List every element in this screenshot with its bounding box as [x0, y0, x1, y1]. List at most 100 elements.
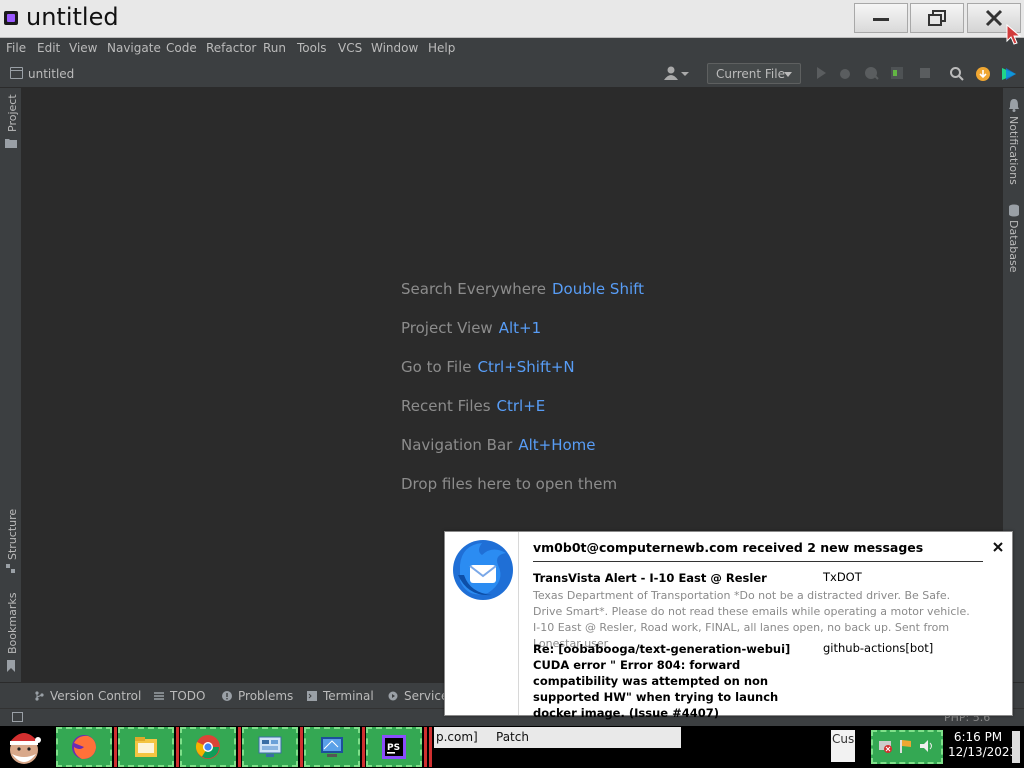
debug-icon[interactable] — [838, 66, 852, 80]
restore-button[interactable] — [910, 3, 964, 33]
notification-close-icon[interactable] — [991, 540, 1005, 554]
taskbar-firefox[interactable] — [56, 727, 112, 767]
taskbar-window-text: Patch — [496, 730, 529, 744]
taskbar-separator — [424, 727, 427, 767]
hint-drop-files: Drop files here to open them — [401, 475, 617, 493]
hint-shortcut: Double Shift — [552, 280, 645, 298]
hint-project-view: Project View Alt+1 — [401, 319, 541, 337]
screen: untitled File Edit View Navigate Code Re… — [0, 0, 1024, 768]
clock-date: 12/13/2023 — [948, 745, 1018, 759]
stop-icon[interactable] — [918, 66, 932, 80]
phpstorm-app-icon — [4, 11, 18, 25]
system-tray — [871, 730, 943, 764]
phpstorm-icon: PS — [382, 735, 406, 759]
hint-go-to-file: Go to File Ctrl+Shift+N — [401, 358, 575, 376]
run-configuration-dropdown[interactable]: Current File — [707, 63, 801, 84]
taskbar-file-explorer[interactable] — [118, 727, 174, 767]
taskbar-window-strip[interactable]: p.com] Patch — [434, 727, 681, 748]
taskbar-separator — [176, 727, 179, 767]
problems-icon — [222, 691, 232, 701]
database-tool-button[interactable]: Database — [1007, 220, 1020, 273]
volume-icon[interactable] — [919, 739, 935, 753]
toggle-tool-windows-icon[interactable] — [12, 712, 23, 722]
project-tool-button[interactable]: Project — [6, 94, 19, 132]
menu-bar: File Edit View Navigate Code Refactor Ru… — [0, 38, 1024, 60]
search-icon[interactable] — [949, 66, 965, 82]
show-desktop-button[interactable] — [1012, 731, 1020, 763]
clock[interactable]: 6:16 PM 12/13/2023 — [948, 730, 1018, 760]
tab-problems[interactable]: Problems — [222, 689, 293, 703]
menu-code[interactable]: Code — [166, 41, 197, 55]
menu-view[interactable]: View — [69, 41, 97, 55]
hint-shortcut: Alt+Home — [518, 436, 596, 454]
restore-icon — [928, 10, 946, 26]
coverage-icon[interactable] — [864, 66, 880, 80]
taskbar-remote-desktop[interactable] — [304, 727, 360, 767]
svg-text:PS: PS — [387, 743, 400, 753]
taskbar: PS p.com] Patch Cus 6:16 PM 12/13/2023 — [0, 726, 1024, 768]
hint-shortcut: Ctrl+E — [496, 397, 546, 415]
hint-label: Go to File — [401, 358, 472, 376]
chrome-icon — [195, 735, 220, 759]
message-2-sender: github-actions[bot] — [823, 641, 934, 655]
taskbar-separator — [238, 727, 241, 767]
message-2-subject[interactable]: Re: [oobabooga/text-generation-webui] CU… — [533, 641, 813, 721]
user-account-icon[interactable] — [663, 66, 689, 82]
structure-tool-button[interactable]: Structure — [6, 509, 19, 560]
control-panel-icon — [258, 736, 282, 757]
notification-separator — [533, 561, 983, 562]
tab-todo[interactable]: TODO — [154, 689, 205, 703]
menu-navigate[interactable]: Navigate — [107, 41, 161, 55]
hint-search-everywhere: Search Everywhere Double Shift — [401, 280, 644, 298]
flag-icon[interactable] — [898, 739, 912, 753]
hint-label: Search Everywhere — [401, 280, 546, 298]
tab-label: TODO — [170, 689, 206, 703]
menu-edit[interactable]: Edit — [37, 41, 60, 55]
terminal-icon — [307, 691, 317, 701]
run-icon[interactable] — [814, 66, 828, 80]
notifications-tool-button[interactable]: Notifications — [1007, 116, 1020, 185]
menu-refactor[interactable]: Refactor — [206, 41, 256, 55]
run-configuration-label: Current File — [716, 67, 785, 81]
close-icon — [985, 9, 1003, 27]
new-mail-notification[interactable]: vm0b0t@computernewb.com received 2 new m… — [444, 531, 1013, 720]
minimize-button[interactable] — [854, 3, 908, 33]
menu-tools[interactable]: Tools — [297, 41, 327, 55]
menu-run[interactable]: Run — [263, 41, 286, 55]
main-toolbar: untitled Current File — [0, 60, 1024, 88]
jetbrains-toolbox-icon[interactable] — [1001, 66, 1017, 82]
start-button-icon[interactable] — [2, 728, 46, 766]
window-titlebar[interactable]: untitled — [0, 0, 1024, 38]
taskbar-phpstorm[interactable]: PS — [366, 727, 422, 767]
hint-label: Navigation Bar — [401, 436, 513, 454]
tab-version-control[interactable]: Version Control — [34, 689, 141, 703]
menu-window[interactable]: Window — [371, 41, 418, 55]
network-error-icon[interactable] — [878, 739, 892, 753]
message-1-subject[interactable]: TransVista Alert - I-10 East @ Resler — [533, 570, 813, 586]
bookmarks-tool-button[interactable]: Bookmarks — [6, 593, 19, 654]
taskbar-cus-item[interactable]: Cus — [831, 730, 855, 762]
clock-time: 6:16 PM — [953, 730, 1003, 744]
menu-vcs[interactable]: VCS — [338, 41, 362, 55]
tab-label: Version Control — [50, 689, 142, 703]
taskbar-separator — [362, 727, 365, 767]
breadcrumb-project[interactable]: untitled — [28, 67, 74, 81]
file-explorer-icon — [135, 737, 157, 757]
tab-terminal[interactable]: Terminal — [307, 689, 374, 703]
taskbar-separator — [114, 727, 117, 767]
hint-shortcut: Ctrl+Shift+N — [477, 358, 575, 376]
taskbar-separator — [429, 727, 432, 767]
menu-help[interactable]: Help — [428, 41, 455, 55]
minimize-icon — [873, 18, 889, 21]
taskbar-control-panel[interactable] — [242, 727, 298, 767]
chevron-down-icon — [784, 72, 792, 77]
hint-recent-files: Recent Files Ctrl+E — [401, 397, 545, 415]
taskbar-chrome[interactable] — [180, 727, 236, 767]
database-icon — [1009, 204, 1019, 217]
taskbar-separator — [300, 727, 303, 767]
menu-file[interactable]: File — [6, 41, 26, 55]
profile-icon[interactable] — [890, 66, 904, 80]
updates-icon[interactable] — [975, 66, 991, 82]
hint-shortcut: Alt+1 — [498, 319, 542, 337]
version-control-icon — [35, 691, 44, 701]
